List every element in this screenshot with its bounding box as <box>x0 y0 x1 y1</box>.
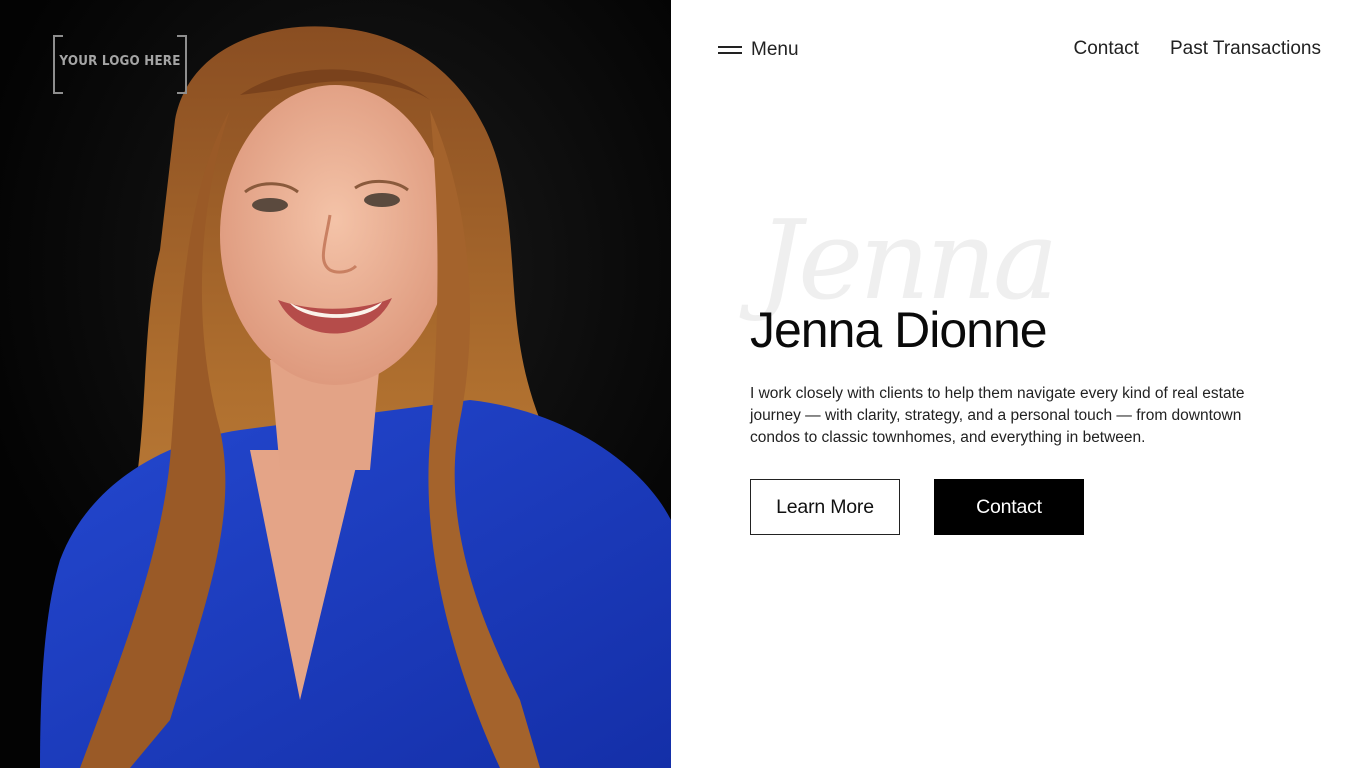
learn-more-button[interactable]: Learn More <box>750 479 900 535</box>
hero-description: I work closely with clients to help them… <box>750 385 1245 446</box>
nav-link-past-transactions[interactable]: Past Transactions <box>1170 38 1321 60</box>
hero-buttons: Learn More Contact <box>750 479 1310 535</box>
contact-button[interactable]: Contact <box>934 479 1084 535</box>
menu-button[interactable]: Menu <box>718 38 799 62</box>
hero-section: Jenna Jenna Dionne I work closely with c… <box>750 205 1310 535</box>
logo-text: YOUR LOGO HERE <box>59 54 181 69</box>
hamburger-icon <box>718 45 742 55</box>
nav-link-contact[interactable]: Contact <box>1073 38 1138 60</box>
agent-portrait-photo <box>0 0 671 768</box>
page-title: Jenna Dionne <box>750 302 1048 358</box>
top-nav: Contact Past Transactions <box>1073 38 1321 60</box>
menu-label: Menu <box>751 39 799 60</box>
content-panel: Menu Contact Past Transactions Jenna Jen… <box>671 0 1366 768</box>
site-logo[interactable]: YOUR LOGO HERE <box>53 35 187 94</box>
hero-photo-panel: YOUR LOGO HERE <box>0 0 671 768</box>
